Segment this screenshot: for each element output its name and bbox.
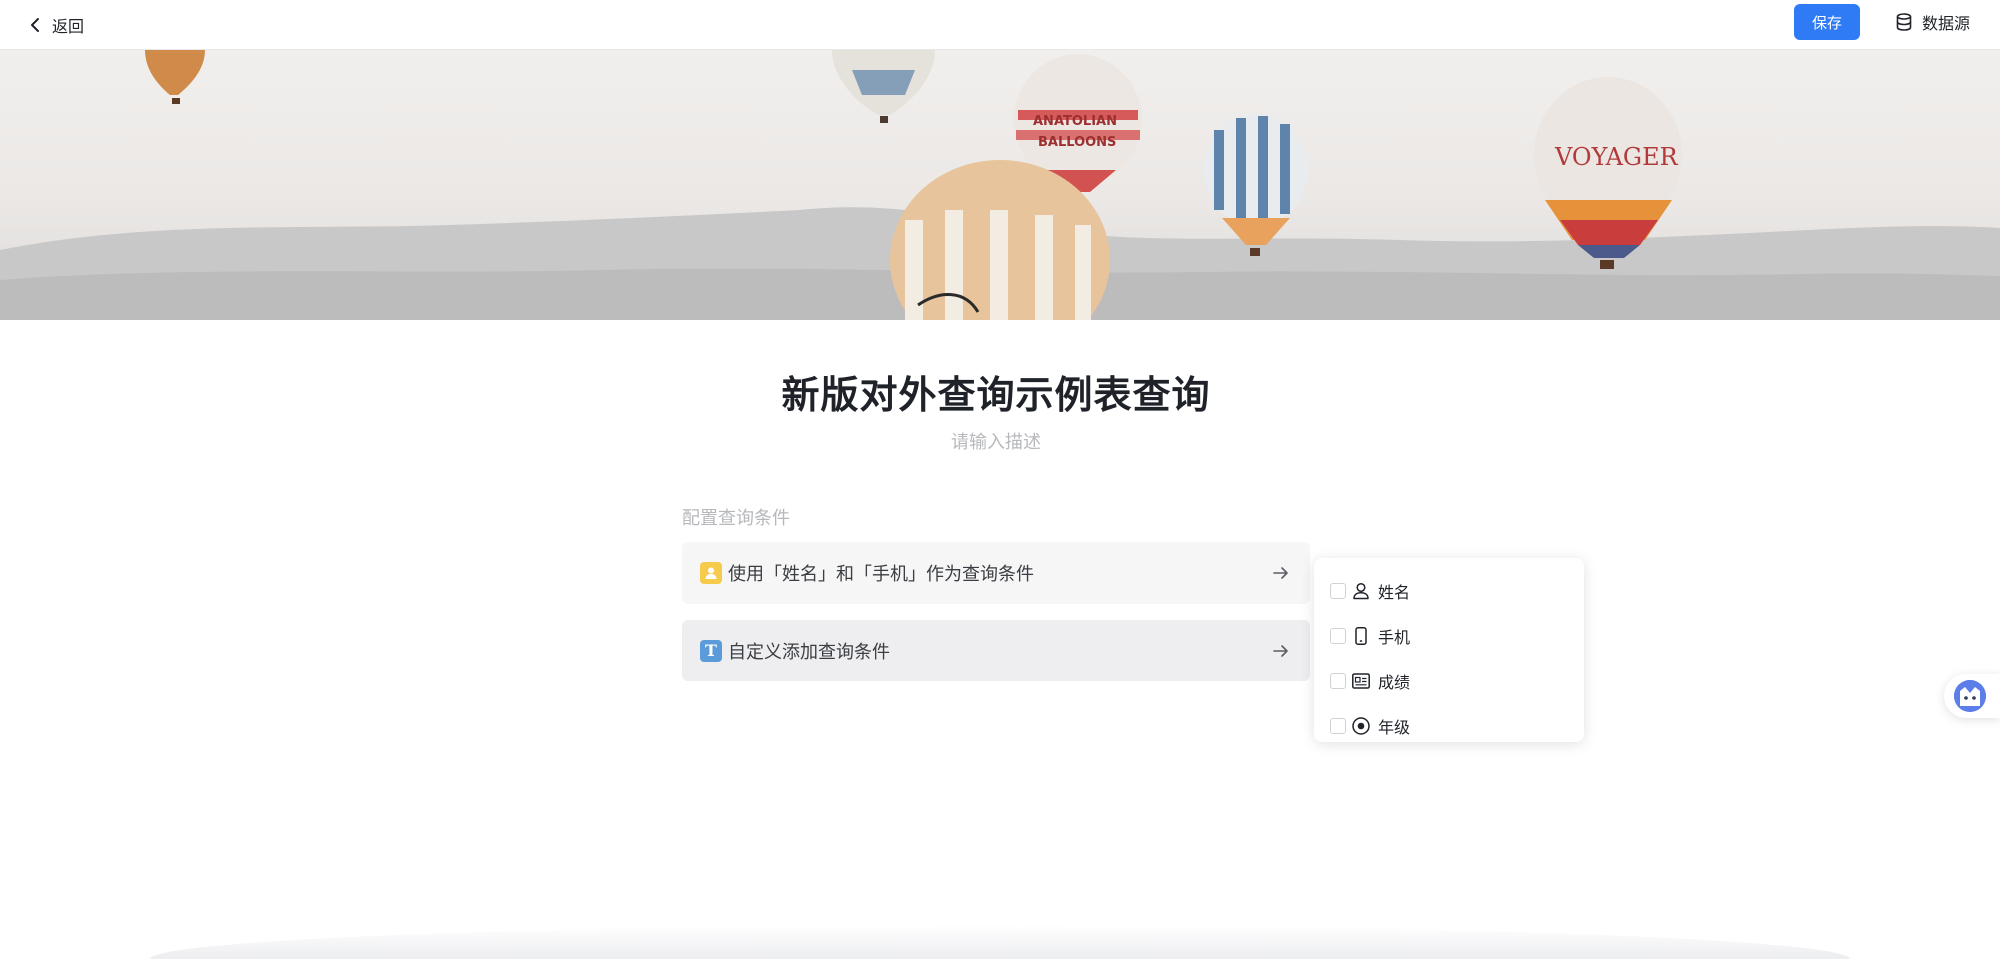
checkbox[interactable] bbox=[1330, 627, 1346, 644]
datasource-label: 数据源 bbox=[1922, 14, 1971, 33]
back-button[interactable]: 返回 bbox=[30, 10, 84, 40]
id-card-icon bbox=[1352, 672, 1370, 689]
field-label: 成绩 bbox=[1378, 672, 1411, 692]
assistant-avatar-icon bbox=[1954, 680, 1986, 712]
arrow-right-icon bbox=[1273, 567, 1288, 579]
option-name-phone-conditions[interactable]: 使用「姓名」和「手机」作为查询条件 bbox=[682, 542, 1310, 604]
field-select-panel: 姓名 手机 成绩 年级 bbox=[1314, 558, 1584, 742]
option-custom-conditions[interactable]: T 自定义添加查询条件 bbox=[682, 620, 1310, 681]
checkbox[interactable] bbox=[1330, 672, 1346, 689]
option-label: 自定义添加查询条件 bbox=[728, 641, 890, 663]
section-label: 配置查询条件 bbox=[682, 508, 790, 529]
field-label: 年级 bbox=[1378, 717, 1411, 737]
person-icon bbox=[1353, 582, 1369, 599]
user-icon bbox=[700, 562, 722, 584]
back-label: 返回 bbox=[52, 17, 85, 36]
cover-banner: ANATOLIAN BALLOONS VOYAGER bbox=[0, 50, 2000, 320]
field-label: 手机 bbox=[1378, 627, 1411, 647]
phone-icon bbox=[1355, 626, 1367, 645]
page-title[interactable]: 新版对外查询示例表查询 bbox=[0, 364, 1992, 419]
top-bar: 返回 保存 数据源 bbox=[0, 0, 2000, 50]
chevron-left-icon bbox=[31, 18, 39, 32]
svg-text:ANATOLIAN: ANATOLIAN bbox=[1033, 114, 1117, 129]
database-icon bbox=[1896, 13, 1912, 31]
field-label: 姓名 bbox=[1378, 582, 1411, 602]
option-label: 使用「姓名」和「手机」作为查询条件 bbox=[728, 564, 1034, 585]
assistant-float-button[interactable] bbox=[1944, 674, 2000, 718]
svg-text:BALLOONS: BALLOONS bbox=[1038, 135, 1116, 150]
balloon-banner-image: ANATOLIAN BALLOONS VOYAGER bbox=[0, 50, 2000, 320]
bottom-shadow bbox=[150, 925, 1850, 959]
field-item-score[interactable]: 成绩 bbox=[1314, 658, 1584, 703]
text-field-icon: T bbox=[700, 639, 722, 662]
field-item-name[interactable]: 姓名 bbox=[1314, 568, 1584, 613]
checkbox[interactable] bbox=[1330, 717, 1346, 734]
field-item-phone[interactable]: 手机 bbox=[1314, 613, 1584, 658]
field-item-grade[interactable]: 年级 bbox=[1314, 703, 1584, 748]
save-button[interactable]: 保存 bbox=[1794, 4, 1860, 40]
checkbox[interactable] bbox=[1330, 582, 1346, 599]
arrow-right-icon bbox=[1273, 644, 1288, 657]
description-placeholder[interactable]: 请输入描述 bbox=[0, 428, 1992, 454]
svg-text:VOYAGER: VOYAGER bbox=[1554, 143, 1679, 171]
datasource-button[interactable]: 数据源 bbox=[1896, 10, 1970, 34]
radio-icon bbox=[1352, 716, 1370, 735]
